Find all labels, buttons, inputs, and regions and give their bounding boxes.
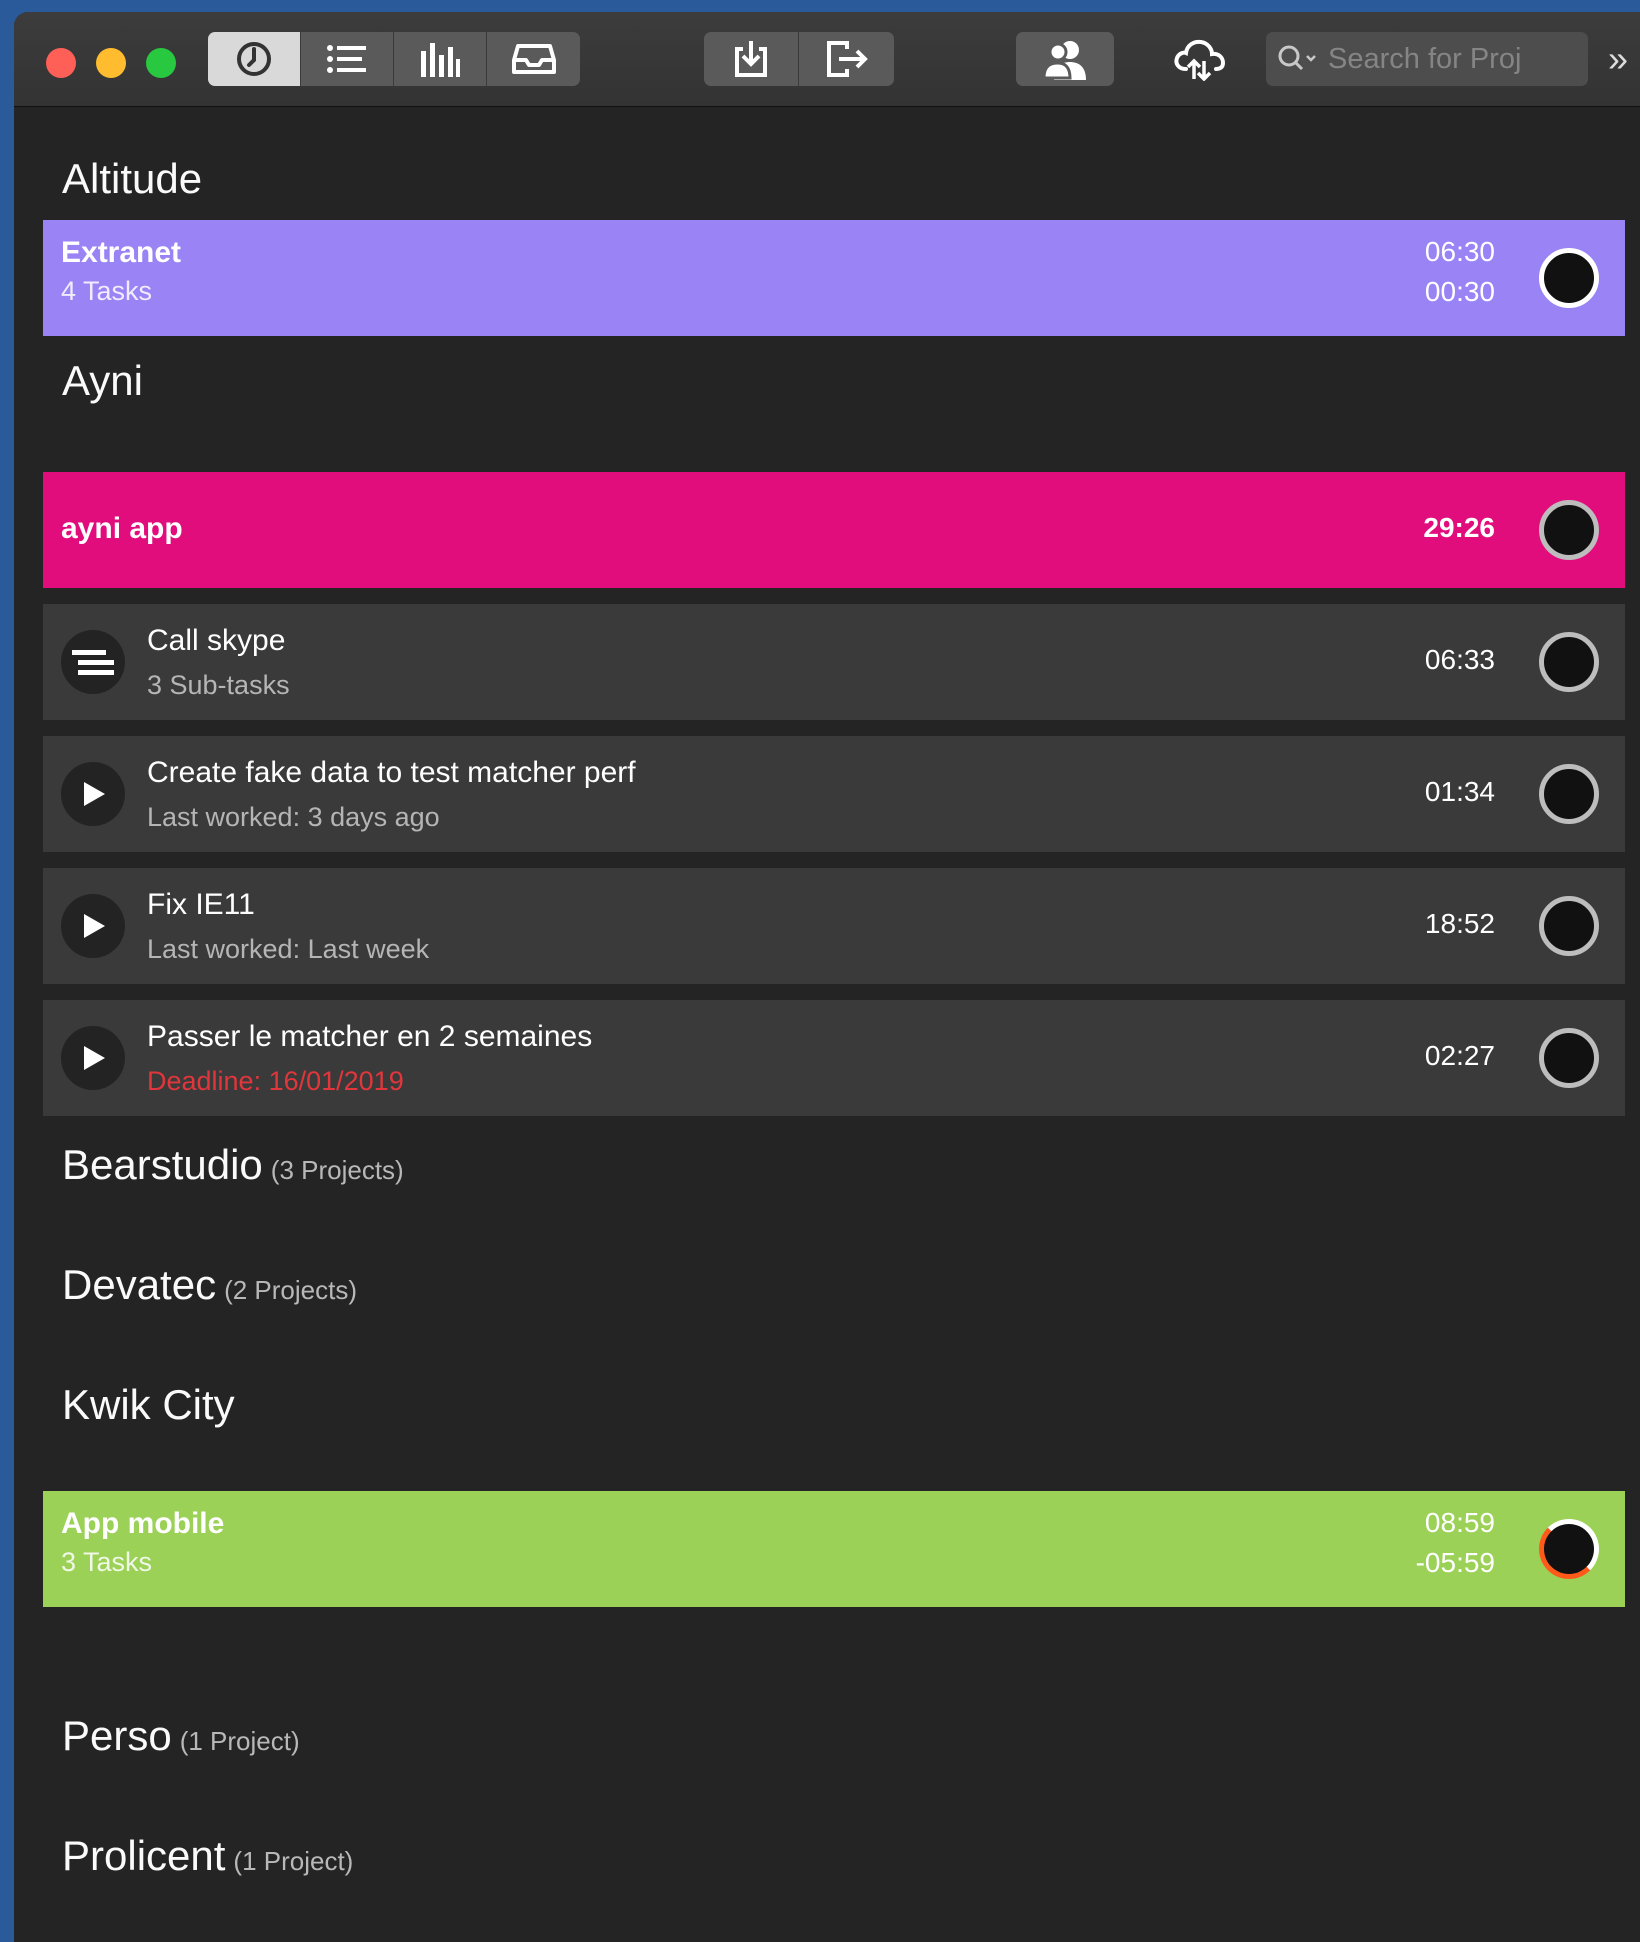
inbox-icon xyxy=(511,44,556,74)
project-task-count: 4 Tasks xyxy=(61,276,153,306)
project-time-remaining: 00:30 xyxy=(1424,276,1495,307)
minimize-window-button[interactable] xyxy=(96,48,126,78)
client-name: Devatec xyxy=(62,1261,217,1308)
cloud-sync-icon xyxy=(1174,39,1226,81)
progress-ring[interactable] xyxy=(1539,764,1599,824)
project-time-total: 06:30 xyxy=(1424,236,1495,267)
client-header[interactable]: Devatec (2 Projects) xyxy=(62,1261,357,1309)
task-title: Call skype xyxy=(147,624,286,657)
client-project-count: (3 Projects) xyxy=(270,1155,404,1185)
client-name: Bearstudio xyxy=(62,1141,263,1188)
sync-button[interactable] xyxy=(1164,32,1234,86)
project-row-ayni-app[interactable]: ayni app 29:26 xyxy=(43,472,1625,588)
play-button[interactable] xyxy=(61,1026,125,1090)
progress-ring[interactable] xyxy=(1539,632,1599,692)
task-row[interactable]: Passer le matcher en 2 semaines Deadline… xyxy=(43,1000,1625,1116)
client-name: Kwik City xyxy=(62,1381,235,1428)
progress-ring[interactable] xyxy=(1539,1519,1599,1579)
progress-ring[interactable] xyxy=(1539,1028,1599,1088)
task-row[interactable]: Create fake data to test matcher perf La… xyxy=(43,736,1625,852)
client-project-count: (2 Projects) xyxy=(224,1275,357,1305)
tab-inbox[interactable] xyxy=(487,32,580,86)
play-icon xyxy=(84,1046,105,1070)
clock-icon xyxy=(237,42,271,76)
close-window-button[interactable] xyxy=(46,48,76,78)
subtasks-button[interactable] xyxy=(61,630,125,694)
task-row[interactable]: Fix IE11 Last worked: Last week 18:52 xyxy=(43,868,1625,984)
client-name: Prolicent xyxy=(62,1832,226,1879)
project-task-count: 3 Tasks xyxy=(61,1547,153,1577)
task-time: 02:27 xyxy=(1424,1040,1495,1071)
users-icon xyxy=(1042,41,1086,80)
project-name: Extranet xyxy=(61,236,182,269)
project-time-total: 08:59 xyxy=(1424,1507,1495,1538)
project-row-app-mobile[interactable]: App mobile 3 Tasks 08:59 -05:59 xyxy=(43,1491,1625,1607)
task-title: Passer le matcher en 2 semaines xyxy=(147,1020,593,1053)
toolbar-overflow-button[interactable]: » xyxy=(1608,38,1628,80)
play-icon xyxy=(84,914,105,938)
client-name: Perso xyxy=(62,1712,172,1759)
list-icon xyxy=(327,45,366,73)
bar-chart-icon xyxy=(421,43,460,77)
task-title: Fix IE11 xyxy=(147,888,255,921)
client-header[interactable]: Prolicent (1 Project) xyxy=(62,1832,353,1880)
client-project-count: (1 Project) xyxy=(233,1846,354,1876)
tab-list[interactable] xyxy=(301,32,394,86)
search-field[interactable] xyxy=(1266,32,1588,86)
tab-reports[interactable] xyxy=(394,32,487,86)
project-time-total: 29:26 xyxy=(1423,512,1495,543)
export-button[interactable] xyxy=(799,32,894,86)
import-icon xyxy=(735,41,767,77)
project-list: Altitude Extranet 4 Tasks 06:30 00:30 Ay… xyxy=(14,107,1640,1942)
client-header: Altitude xyxy=(62,155,202,203)
progress-ring[interactable] xyxy=(1539,896,1599,956)
task-meta: 3 Sub-tasks xyxy=(147,670,290,700)
tab-timer[interactable] xyxy=(208,32,301,86)
task-meta: Last worked: 3 days ago xyxy=(147,802,440,832)
project-time-remaining: -05:59 xyxy=(1415,1547,1495,1578)
play-button[interactable] xyxy=(61,762,125,826)
team-button[interactable] xyxy=(1016,32,1114,86)
import-button[interactable] xyxy=(704,32,799,86)
subtasks-icon xyxy=(72,650,114,675)
task-time: 01:34 xyxy=(1424,776,1495,807)
project-name: App mobile xyxy=(61,1507,225,1540)
task-meta: Last worked: Last week xyxy=(147,934,430,964)
import-export-group xyxy=(704,32,894,86)
client-header: Kwik City xyxy=(62,1381,235,1429)
task-deadline: Deadline: 16/01/2019 xyxy=(147,1066,404,1096)
client-name: Altitude xyxy=(62,155,203,202)
view-switcher xyxy=(208,32,580,86)
play-icon xyxy=(84,782,105,806)
client-header[interactable]: Perso (1 Project) xyxy=(62,1712,300,1760)
task-time: 06:33 xyxy=(1424,644,1495,675)
client-header: Ayni xyxy=(62,357,143,405)
client-project-count: (1 Project) xyxy=(179,1726,300,1756)
progress-ring[interactable] xyxy=(1539,500,1599,560)
client-name: Ayni xyxy=(62,357,143,404)
app-window: » Altitude Extranet 4 Tasks 06:30 00:30 … xyxy=(14,12,1640,1942)
project-row-extranet[interactable]: Extranet 4 Tasks 06:30 00:30 xyxy=(43,220,1625,336)
play-button[interactable] xyxy=(61,894,125,958)
search-icon xyxy=(1278,45,1316,71)
client-header[interactable]: Bearstudio (3 Projects) xyxy=(62,1141,404,1189)
task-row[interactable]: Call skype 3 Sub-tasks 06:33 xyxy=(43,604,1625,720)
zoom-window-button[interactable] xyxy=(146,48,176,78)
toolbar: » xyxy=(14,12,1640,107)
progress-ring[interactable] xyxy=(1539,248,1599,308)
project-name: ayni app xyxy=(61,512,183,545)
export-icon xyxy=(826,41,868,77)
task-title: Create fake data to test matcher perf xyxy=(147,756,636,789)
search-input[interactable] xyxy=(1326,41,1570,77)
task-time: 18:52 xyxy=(1424,908,1495,939)
